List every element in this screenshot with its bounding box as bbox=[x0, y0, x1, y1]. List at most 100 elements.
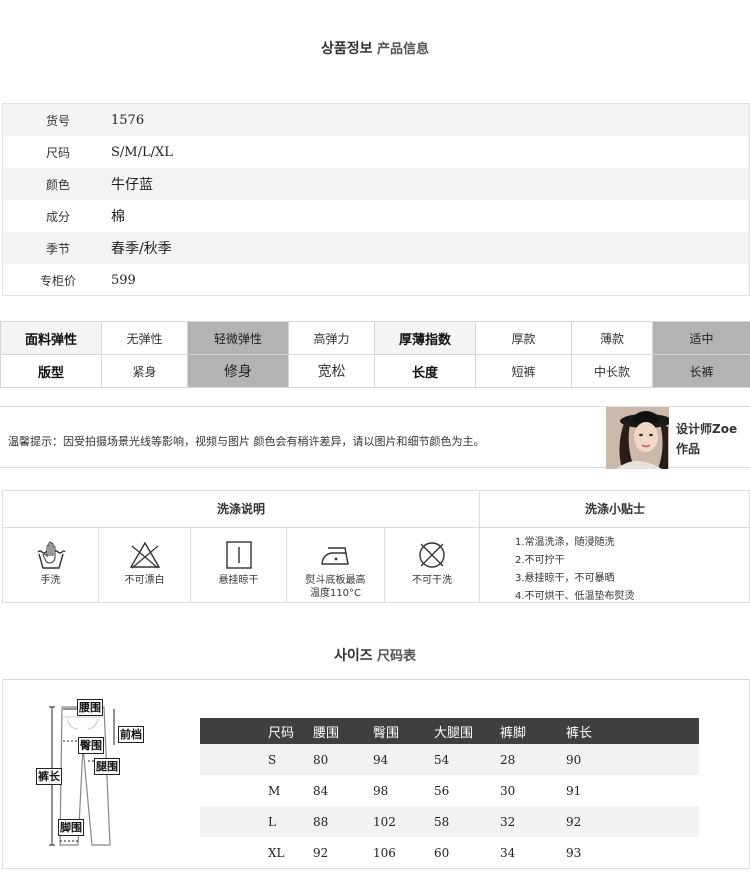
diagram-label-rise: 前档 bbox=[118, 726, 144, 743]
care-tip: 4.不可烘干、低温垫布熨烫 bbox=[515, 591, 635, 602]
size-header: 裤长 bbox=[566, 718, 699, 744]
option-medium: 适中 bbox=[652, 321, 750, 355]
size-cell: 88 bbox=[313, 806, 373, 837]
care-tip: 1.常温洗涤，随浸随洗 bbox=[515, 537, 615, 548]
size-cell: 94 bbox=[373, 744, 434, 775]
elasticity-label: 面料弹性 bbox=[0, 321, 102, 355]
option-long: 长裤 bbox=[652, 354, 750, 388]
size-cell: 102 bbox=[373, 806, 434, 837]
size-header: 裤脚 bbox=[500, 718, 566, 744]
size-cell: 60 bbox=[434, 845, 450, 860]
option-no-stretch: 无弹性 bbox=[101, 321, 188, 355]
size-cell: 92 bbox=[566, 806, 699, 837]
size-cell: M bbox=[268, 783, 281, 798]
info-value: 599 bbox=[111, 272, 136, 288]
info-row-material: 成分 棉 bbox=[3, 200, 749, 232]
attribute-grid: 面料弹性 无弹性 轻微弹性 高弹力 厚薄指数 厚款 薄款 适中 版型 紧身 修身… bbox=[0, 321, 750, 388]
care-hang-dry: 悬挂晾干 bbox=[191, 528, 287, 603]
size-header: 大腿围 bbox=[434, 718, 500, 744]
size-cell: 98 bbox=[373, 783, 389, 798]
info-value: S/M/L/XL bbox=[111, 144, 173, 160]
care-label: 熨斗底板最高 温度110°C bbox=[287, 574, 384, 600]
hand-wash-icon bbox=[37, 541, 66, 569]
notice-bar: 温馨提示：因受拍摄场景光线等影响，视频与图片 颜色会有稍许差异，请以图片和细节颜… bbox=[0, 406, 750, 469]
size-cell: 90 bbox=[566, 744, 699, 775]
care-no-bleach: 不可漂白 bbox=[99, 528, 191, 603]
info-label: 成分 bbox=[45, 209, 70, 224]
designer-photo-image bbox=[606, 407, 669, 469]
size-cell: L bbox=[200, 806, 313, 837]
size-header: 臀围 bbox=[373, 718, 434, 744]
size-header: 尺码 bbox=[200, 718, 313, 744]
size-chart-title: 사이즈 尺码表 bbox=[0, 645, 750, 665]
option-tight: 紧身 bbox=[101, 354, 188, 388]
size-cell: 80 bbox=[313, 744, 373, 775]
size-cell: 93 bbox=[566, 845, 582, 860]
size-cell: 56 bbox=[434, 783, 450, 798]
size-table: 尺码 腰围 臀围 大腿围 裤脚 裤长 S 80 94 54 28 90 M 84… bbox=[200, 718, 699, 868]
care-tips-title: 洗涤小贴士 bbox=[480, 491, 750, 528]
diagram-label-waist: 腰围 bbox=[77, 699, 103, 716]
attribute-row-1: 面料弹性 无弹性 轻微弹性 高弹力 厚薄指数 厚款 薄款 适中 bbox=[0, 321, 750, 355]
title-korean: 상품정보 bbox=[321, 41, 373, 57]
iron-icon bbox=[320, 547, 349, 565]
info-row-season: 季节 春季/秋季 bbox=[3, 232, 749, 264]
option-loose: 宽松 bbox=[288, 354, 375, 388]
designer-credit: 设计师Zoe作品 bbox=[676, 422, 738, 456]
title-korean: 사이즈 bbox=[333, 648, 373, 664]
product-info-title: 상품정보 产品信息 bbox=[0, 38, 750, 58]
title-chinese: 尺码表 bbox=[377, 649, 417, 664]
care-label: 悬挂晾干 bbox=[218, 575, 259, 586]
info-row-sku: 货号 1576 bbox=[3, 104, 749, 136]
fit-label: 版型 bbox=[0, 354, 102, 388]
info-row-size: 尺码 S/M/L/XL bbox=[3, 136, 749, 168]
title-chinese: 产品信息 bbox=[376, 42, 429, 57]
info-value: 牛仔蓝 bbox=[111, 177, 153, 193]
info-label: 货号 bbox=[45, 113, 70, 128]
info-label: 尺码 bbox=[45, 145, 70, 160]
size-cell: 84 bbox=[313, 783, 329, 798]
care-no-dry-clean: 不可干洗 bbox=[385, 528, 480, 603]
info-label: 专柜价 bbox=[39, 273, 76, 288]
designer-photo bbox=[606, 407, 669, 469]
size-cell: 58 bbox=[434, 806, 500, 837]
care-iron: 熨斗底板最高 温度110°C bbox=[287, 528, 385, 603]
table-row: XL 92 106 60 34 93 bbox=[200, 837, 699, 868]
option-high-stretch: 高弹力 bbox=[288, 321, 375, 355]
option-slim: 修身 bbox=[187, 354, 289, 388]
attribute-row-2: 版型 紧身 修身 宽松 长度 短裤 中长款 长裤 bbox=[0, 354, 750, 388]
care-tips-list: 1.常温洗涤，随浸随洗 2.不可拧干 3.悬挂晾干，不可暴晒 4.不可烘干、低温… bbox=[515, 534, 635, 606]
info-value: 春季/秋季 bbox=[111, 241, 172, 257]
size-cell: 28 bbox=[500, 744, 566, 775]
diagram-label-hip: 臀围 bbox=[78, 737, 104, 754]
option-mid-length: 中长款 bbox=[571, 354, 653, 388]
care-label-line: 温度110°C bbox=[309, 588, 362, 599]
size-cell: 32 bbox=[500, 806, 566, 837]
care-label-line: 熨斗底板最高 bbox=[305, 575, 366, 586]
thickness-label: 厚薄指数 bbox=[374, 321, 476, 355]
size-cell: 54 bbox=[434, 744, 500, 775]
size-header: 腰围 bbox=[313, 718, 373, 744]
info-value: 棉 bbox=[111, 209, 125, 225]
size-cell: 106 bbox=[373, 845, 396, 860]
care-label: 不可漂白 bbox=[124, 575, 165, 586]
care-section: 洗涤说明 洗涤小贴士 手洗 不可漂白 悬挂晾干 熨斗底板最高 温度110°C 不… bbox=[2, 490, 750, 603]
diagram-label-length: 裤长 bbox=[36, 768, 62, 785]
size-cell: 30 bbox=[500, 783, 516, 798]
diagram-label-hem: 脚围 bbox=[58, 819, 84, 836]
product-info-table: 货号 1576 尺码 S/M/L/XL 颜色 牛仔蓝 成分 棉 季节 春季/秋季… bbox=[2, 103, 750, 296]
info-row-price: 专柜价 599 bbox=[3, 264, 749, 296]
info-label: 季节 bbox=[45, 241, 70, 256]
size-cell: 34 bbox=[500, 845, 516, 860]
size-cell: 92 bbox=[313, 845, 329, 860]
size-cell: 91 bbox=[566, 783, 582, 798]
care-label: 手洗 bbox=[40, 575, 61, 586]
info-value: 1576 bbox=[111, 112, 145, 128]
length-label: 长度 bbox=[374, 354, 476, 388]
care-hand-wash: 手洗 bbox=[3, 528, 99, 603]
option-shorts: 短裤 bbox=[475, 354, 572, 388]
info-label: 颜色 bbox=[45, 177, 70, 192]
diagram-label-thigh: 腿围 bbox=[94, 758, 120, 775]
size-cell: S bbox=[200, 744, 313, 775]
option-thick: 厚款 bbox=[475, 321, 572, 355]
